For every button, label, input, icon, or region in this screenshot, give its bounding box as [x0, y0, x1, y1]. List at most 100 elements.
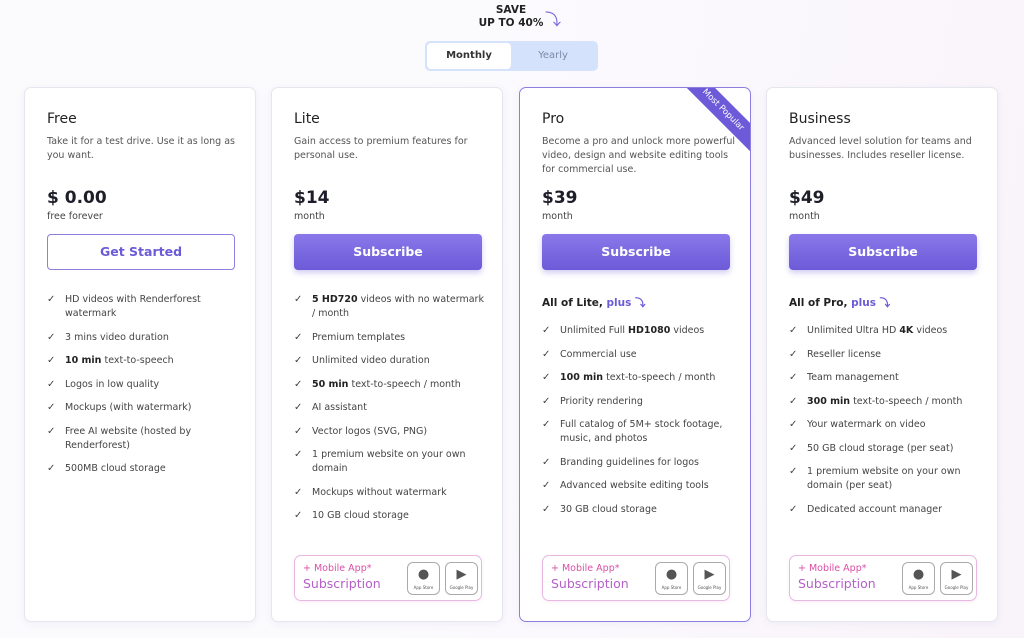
plan-name: Business	[789, 111, 851, 127]
app-store-label: App Store	[908, 585, 929, 590]
curl-arrow-icon: ⤵	[879, 297, 891, 309]
feature-text: Commercial use	[560, 348, 637, 360]
feature-item: ✓ Dedicated account manager	[789, 503, 984, 517]
check-icon: ✓	[542, 395, 551, 407]
check-icon: ✓	[542, 480, 551, 491]
feature-text: Mockups (with watermark)	[65, 402, 192, 413]
feature-text: Advanced website editing tools	[560, 480, 709, 491]
plan-description: Gain access to premium features for pers…	[294, 136, 468, 161]
billing-toggle[interactable]: Monthly Yearly	[425, 41, 598, 71]
get-started-button[interactable]: Get Started	[47, 234, 235, 270]
app-store-button[interactable]: ● App Store	[902, 562, 935, 595]
check-icon: ✓	[47, 355, 56, 366]
feature-item: ✓ 50 GB cloud storage (per seat)	[789, 442, 984, 456]
feature-text: text-to-speech / month	[850, 395, 963, 407]
feature-item: ✓ Unlimited video duration	[294, 354, 489, 368]
feature-text: 500MB cloud storage	[65, 463, 166, 474]
check-icon: ✓	[542, 325, 551, 336]
play-icon: ▶	[456, 567, 467, 582]
feature-item: ✓ Mockups without watermark	[294, 486, 489, 500]
feature-item: ✓ 300 min text-to-speech / month	[789, 395, 984, 409]
check-icon: ✓	[294, 378, 303, 390]
feature-item: ✓ 3 mins video duration	[47, 331, 242, 345]
check-icon: ✓	[789, 372, 798, 383]
feature-list: ✓ Unlimited Ultra HD 4K videos ✓ Reseller l…	[789, 324, 984, 526]
plan-card-free: Free Take it for a test drive. Use it as…	[24, 87, 256, 622]
feature-highlight: HD1080	[628, 325, 671, 336]
check-icon: ✓	[542, 419, 551, 430]
mobile-app-label: + Mobile App*	[303, 563, 372, 574]
plan-description: Advanced level solution for teams and bu…	[789, 136, 972, 161]
google-play-label: Google Play	[449, 585, 474, 590]
app-store-label: App Store	[661, 585, 682, 590]
play-icon: ▶	[704, 567, 715, 582]
google-play-button[interactable]: ▶ Google Play	[940, 562, 973, 595]
save-text: SAVE	[495, 4, 527, 16]
plan-description: Become a pro and unlock more powerful vi…	[542, 136, 736, 175]
mobile-app-label: + Mobile App*	[551, 563, 620, 574]
app-store-button[interactable]: ● App Store	[655, 562, 688, 595]
subscribe-button[interactable]: Subscribe	[294, 234, 482, 270]
plan-period: month	[789, 211, 820, 222]
subscription-label: Subscription	[798, 576, 876, 591]
plan-period: month	[542, 211, 573, 222]
app-store-button[interactable]: ● App Store	[407, 562, 440, 595]
feature-text: Your watermark on video	[807, 419, 926, 430]
feature-text: Vector logos (SVG, PNG)	[312, 425, 428, 437]
plan-card-lite: Lite Gain access to premium features for…	[271, 87, 503, 622]
plan-description: Take it for a test drive. Use it as long…	[47, 136, 235, 161]
plan-card-business: Business Advanced level solution for tea…	[766, 87, 998, 622]
feature-item: ✓ 1 premium website on your own domain (p…	[789, 465, 984, 493]
subscribe-button[interactable]: Subscribe	[542, 234, 730, 270]
plan-name: Free	[47, 111, 77, 127]
plan-price: $49	[789, 188, 825, 208]
app-store-label: App Store	[413, 585, 434, 590]
check-icon: ✓	[294, 449, 303, 460]
check-icon: ✓	[47, 331, 56, 343]
plan-period: month	[294, 211, 325, 222]
feature-item: ✓ 5 HD720 videos with no watermark / mont…	[294, 293, 489, 321]
check-icon: ✓	[789, 325, 798, 336]
feature-item: ✓ Unlimited Ultra HD 4K videos	[789, 324, 984, 338]
feature-list: ✓ HD videos with Renderforest watermark ✓ 3…	[47, 293, 242, 486]
feature-list: ✓ 5 HD720 videos with no watermark / mont…	[294, 293, 489, 533]
mobile-app-subscription: + Mobile App* Subscription ● App Store ▶ G…	[294, 555, 482, 601]
mobile-app-label: + Mobile App*	[798, 563, 867, 574]
check-icon: ✓	[542, 348, 551, 360]
feature-text: 30 GB cloud storage	[560, 503, 657, 515]
feature-item: ✓ Free AI website (hosted by Renderforest…	[47, 425, 242, 453]
apple-icon: ●	[417, 567, 430, 582]
subscribe-button[interactable]: Subscribe	[789, 234, 977, 270]
feature-text: 3 mins video duration	[65, 331, 169, 343]
feature-item: ✓ Unlimited Full HD1080 videos	[542, 324, 737, 338]
feature-text: 50 GB cloud storage (per seat)	[807, 442, 954, 454]
feature-text: Unlimited video duration	[312, 355, 430, 366]
feature-item: ✓ Reseller license	[789, 348, 984, 362]
feature-text: text-to-speech / month	[348, 378, 461, 390]
feature-text: Branding guidelines for logos	[560, 456, 700, 468]
plan-price: $ 0.00	[47, 188, 107, 208]
subscription-label: Subscription	[551, 576, 629, 591]
check-icon: ✓	[542, 456, 551, 468]
toggle-yearly[interactable]: Yearly	[511, 43, 595, 69]
feature-item: ✓ 50 min text-to-speech / month	[294, 378, 489, 392]
check-icon: ✓	[47, 378, 56, 390]
check-icon: ✓	[789, 419, 798, 430]
feature-highlight: 4K	[899, 325, 914, 336]
feature-list: ✓ Unlimited Full HD1080 videos ✓ Commercial…	[542, 324, 737, 526]
feature-text: Priority rendering	[560, 395, 643, 407]
mobile-app-subscription: + Mobile App* Subscription ● App Store ▶ G…	[542, 555, 730, 601]
feature-item: ✓ Branding guidelines for logos	[542, 456, 737, 470]
plan-name: Lite	[294, 111, 320, 127]
google-play-button[interactable]: ▶ Google Play	[445, 562, 478, 595]
toggle-monthly[interactable]: Monthly	[427, 43, 511, 69]
feature-highlight: 50 min	[312, 378, 349, 390]
google-play-button[interactable]: ▶ Google Play	[693, 562, 726, 595]
apple-icon: ●	[665, 567, 678, 582]
check-icon: ✓	[294, 486, 303, 498]
curved-arrow-icon: ⤵	[545, 10, 562, 29]
feature-item: ✓ AI assistant	[294, 401, 489, 415]
feature-item: ✓ 30 GB cloud storage	[542, 503, 737, 517]
feature-text: Full catalog of 5M+ stock footage, music…	[560, 419, 723, 444]
feature-item: ✓ Vector logos (SVG, PNG)	[294, 425, 489, 439]
